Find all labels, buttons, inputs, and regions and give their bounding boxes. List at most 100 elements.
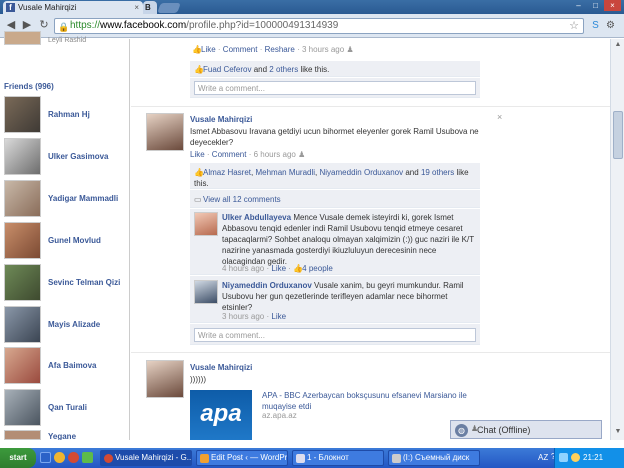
start-button[interactable]: start	[0, 448, 36, 468]
people-liked-link[interactable]: 4 people	[302, 264, 333, 273]
scroll-down-icon[interactable]: ▼	[613, 428, 623, 438]
liker-link[interactable]: Almaz Hasret	[203, 168, 251, 177]
maximize-icon[interactable]: □	[587, 0, 604, 11]
tab-facebook[interactable]: f Vusale Mahirqizi ×	[3, 1, 143, 14]
comment-input[interactable]: Write a comment...	[194, 81, 476, 95]
friend-name[interactable]: Sevinc Telman Qizi	[48, 278, 120, 287]
friend-photo[interactable]	[4, 389, 41, 426]
comment-link[interactable]: Comment	[223, 45, 258, 54]
friend-photo[interactable]	[4, 430, 41, 440]
friend-name[interactable]: Gunel Movlud	[48, 236, 101, 245]
comment-input[interactable]: Write a comment...	[194, 328, 476, 342]
back-icon[interactable]: ◀	[4, 18, 18, 32]
friend-photo[interactable]	[4, 306, 41, 343]
show-desktop-icon[interactable]	[40, 452, 51, 463]
close-tab-icon[interactable]: ×	[134, 1, 139, 14]
friend-name[interactable]: Ulker Gasimova	[48, 152, 108, 161]
friend-item[interactable]: Afa Baimova	[4, 347, 124, 385]
taskbar-button-wordpress[interactable]: Edit Post ‹ — WordPr...	[196, 450, 288, 466]
post-time[interactable]: 6 hours ago	[254, 150, 296, 159]
post-author[interactable]: Vusale Mahirqizi	[190, 115, 252, 124]
browser-quicklaunch-icon[interactable]	[68, 452, 79, 463]
friend-item[interactable]: Yadigar Mammadli	[4, 180, 124, 218]
like-link[interactable]: Like	[201, 45, 216, 54]
others-link[interactable]: 2 others	[269, 65, 298, 74]
friends-heading[interactable]: Friends (996)	[4, 82, 54, 91]
audience-icon: ♟	[298, 150, 306, 159]
friend-name-partial[interactable]: Leyli Rashid	[48, 37, 86, 44]
like-link[interactable]: Like	[190, 150, 205, 159]
comment-time[interactable]: 3 hours ago	[222, 312, 264, 321]
new-tab-button[interactable]	[157, 3, 181, 13]
friend-photo[interactable]	[4, 222, 41, 259]
like-link[interactable]: Like	[271, 264, 286, 273]
friend-item[interactable]: Sevinc Telman Qizi	[4, 264, 124, 302]
friend-name[interactable]: Afa Baimova	[48, 361, 96, 370]
wrench-icon[interactable]: ⚙	[604, 19, 617, 32]
commenter-avatar[interactable]	[194, 280, 218, 304]
friend-item[interactable]: Rahman Hj	[4, 96, 124, 134]
view-all-row: ▭View all 12 comments	[194, 195, 281, 204]
page-scrollbar[interactable]: ▲ ▼	[610, 39, 624, 440]
friend-item[interactable]: Gunel Movlud	[4, 222, 124, 260]
tray-icon[interactable]	[571, 453, 580, 462]
friend-name[interactable]: Yegane	[48, 432, 76, 440]
author-avatar[interactable]	[146, 360, 184, 398]
forward-icon[interactable]: ▶	[20, 18, 34, 32]
friend-photo[interactable]	[4, 180, 41, 217]
close-window-icon[interactable]: ×	[604, 0, 621, 11]
clock[interactable]: 21:21	[583, 448, 603, 468]
friend-name[interactable]: Qan Turali	[48, 403, 87, 412]
others-link[interactable]: 19 others	[421, 168, 454, 177]
ie-icon[interactable]	[54, 452, 65, 463]
reshare-link[interactable]: Reshare	[265, 45, 295, 54]
friend-photo[interactable]	[4, 347, 41, 384]
friend-item[interactable]: Ulker Gasimova	[4, 138, 124, 176]
friend-photo[interactable]	[4, 31, 41, 45]
chat-bar[interactable]: ◍ ♟ Chat (Offline)	[450, 420, 602, 439]
friend-name[interactable]: Mayis Alizade	[48, 320, 100, 329]
globe-icon[interactable]: ◍	[455, 424, 468, 437]
friend-photo[interactable]	[4, 138, 41, 175]
friend-name[interactable]: Yadigar Mammadli	[48, 194, 118, 203]
comment-link[interactable]: Comment	[212, 150, 247, 159]
address-bar[interactable]: 🔒 https://www.facebook.com/profile.php?i…	[54, 18, 584, 34]
language-indicator[interactable]: AZ	[538, 448, 548, 468]
liker-link[interactable]: Mehman Muradli	[255, 168, 315, 177]
like-link[interactable]: Like	[271, 312, 286, 321]
liker-link[interactable]: Fuad Ceferov	[203, 65, 251, 74]
comment-author[interactable]: Niyameddin Orduxanov	[222, 281, 312, 290]
minimize-icon[interactable]: –	[570, 0, 587, 11]
link-thumbnail[interactable]: apa	[190, 390, 252, 440]
bookmark-star-icon[interactable]: ☆	[569, 19, 579, 33]
comment-author[interactable]: Ulker Abdullayeva	[222, 213, 291, 222]
tab-blogger[interactable]: B	[143, 1, 157, 14]
system-tray: 21:21	[554, 448, 624, 468]
friend-item[interactable]: Mayis Alizade	[4, 306, 124, 344]
taskbar-button-drive[interactable]: (I:) Съемный диск	[388, 450, 480, 466]
extension-icon[interactable]: S	[589, 19, 602, 32]
friend-photo[interactable]	[4, 264, 41, 301]
friend-name[interactable]: Rahman Hj	[48, 110, 90, 119]
post-time[interactable]: 3 hours ago	[302, 45, 344, 54]
comment-time[interactable]: 4 hours ago	[222, 264, 264, 273]
commenter-avatar[interactable]	[194, 212, 218, 236]
taskbar-button-notepad[interactable]: 1 - Блокнот	[292, 450, 384, 466]
friend-item[interactable]: Yegane	[4, 430, 124, 440]
scroll-up-icon[interactable]: ▲	[613, 41, 623, 51]
liker-link[interactable]: Niyameddin Orduxanov	[320, 168, 404, 177]
view-all-comments-link[interactable]: View all 12 comments	[203, 195, 281, 204]
media-icon[interactable]	[82, 452, 93, 463]
hide-post-icon[interactable]: ×	[497, 112, 502, 122]
post-author[interactable]: Vusale Mahirqizi	[190, 363, 252, 372]
tray-icon[interactable]	[559, 453, 568, 462]
scrollbar-thumb[interactable]	[613, 111, 623, 159]
chat-label[interactable]: Chat (Offline)	[477, 425, 530, 435]
friend-photo[interactable]	[4, 96, 41, 133]
reload-icon[interactable]: ↻	[37, 18, 51, 32]
link-title[interactable]: APA - BBC Azerbaycan boksçusunu efsanevi…	[262, 390, 482, 412]
taskbar-button-chrome[interactable]: Vusale Mahirqizi - G...	[100, 450, 192, 466]
friend-item[interactable]: Qan Turali	[4, 389, 124, 427]
url-domain: www.facebook.com	[100, 20, 187, 31]
author-avatar[interactable]	[146, 113, 184, 151]
